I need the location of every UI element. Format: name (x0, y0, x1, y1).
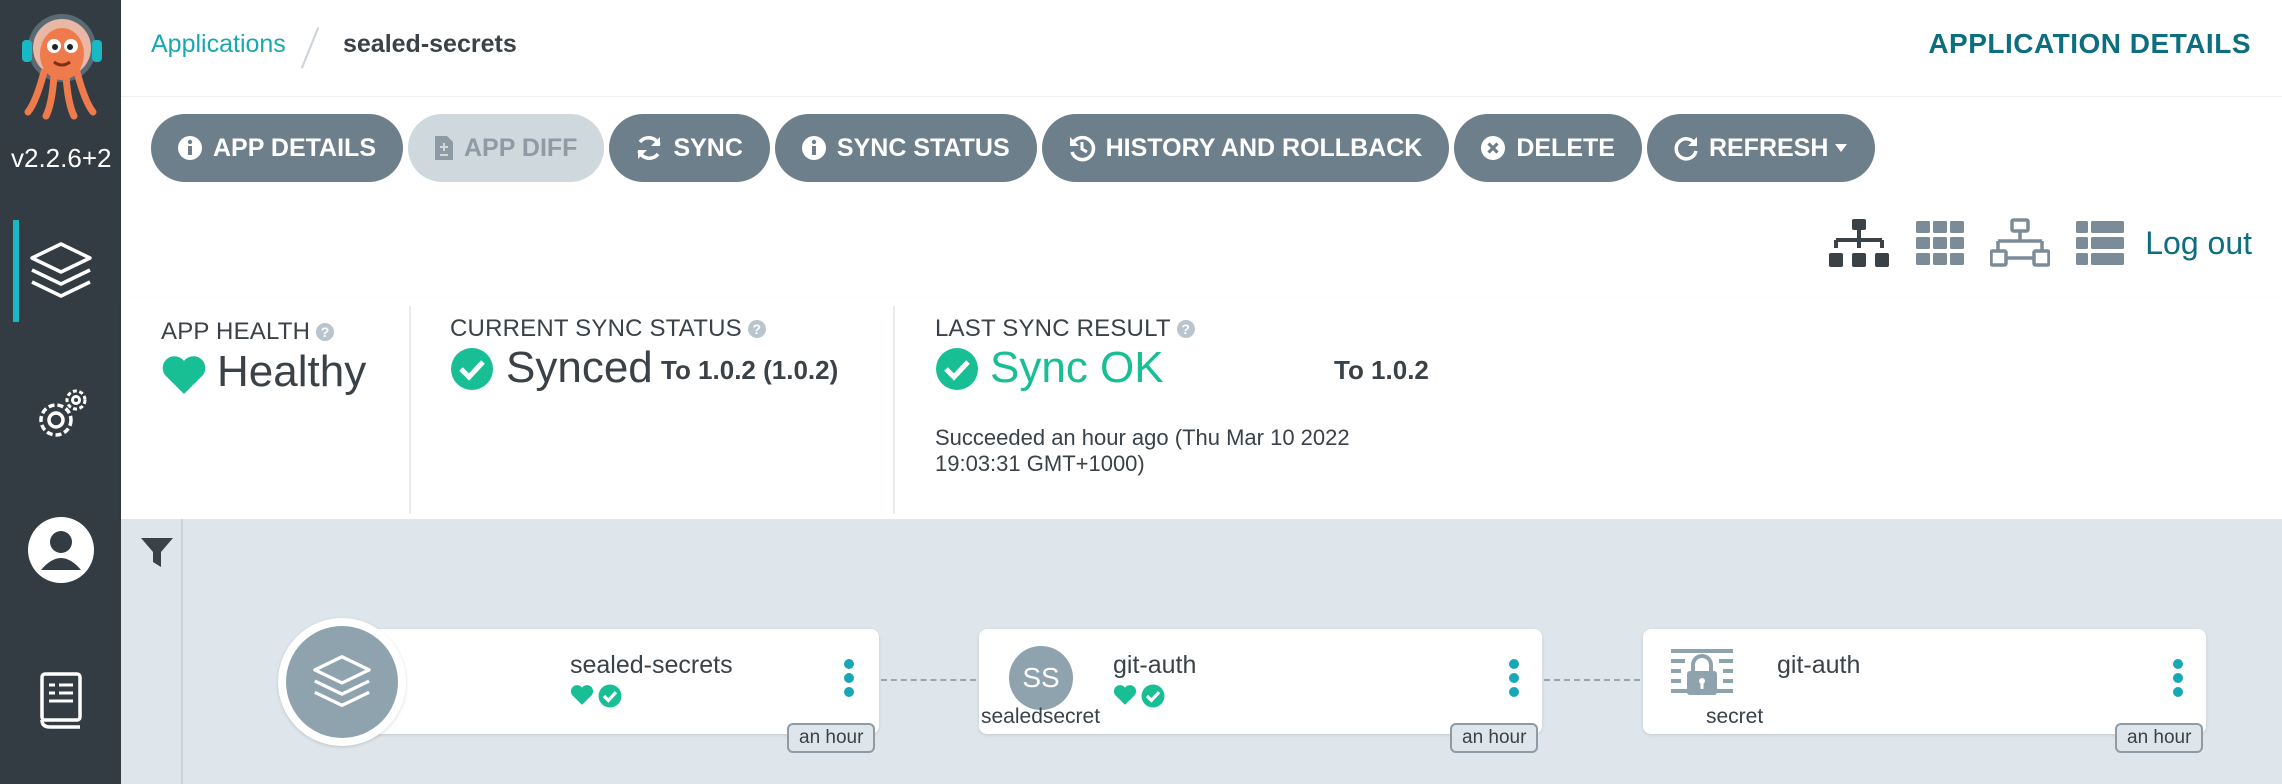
app-health-heading: APP HEALTH? (161, 318, 335, 346)
sidebar: v2.2.6+2 (0, 0, 121, 784)
check-circle-icon (451, 348, 493, 390)
last-sync-label: LAST SYNC RESULT (935, 315, 1171, 342)
sealedsecret-icon: SS (1009, 646, 1073, 710)
app-diff-label: APP DIFF (464, 133, 578, 162)
node-age-badge: an hour (787, 723, 876, 753)
heart-icon (162, 356, 206, 394)
user-icon (27, 517, 94, 583)
caret-down-icon (1835, 144, 1848, 152)
help-icon[interactable]: ? (1176, 320, 1195, 338)
last-sync-note-line: 19:03:31 GMT+1000) (935, 451, 1145, 476)
status-divider (893, 306, 895, 514)
graph-node-secret[interactable]: secret git-auth (1643, 629, 2206, 734)
status-panel: APP HEALTH? Healthy CURRENT SYNC STATUS?… (121, 298, 2282, 519)
current-sync-label: CURRENT SYNC STATUS (450, 315, 742, 342)
refresh-button[interactable]: REFRESH (1646, 114, 1876, 182)
last-sync-value: Sync OK (990, 343, 1164, 392)
sidebar-item-settings[interactable] (0, 380, 121, 450)
list-view-icon[interactable] (2075, 220, 2125, 266)
history-label: HISTORY AND ROLLBACK (1105, 133, 1423, 162)
breadcrumb-current: sealed-secrets (343, 30, 517, 58)
current-sync-revision[interactable]: To 1.0.2 (1.0.2) (661, 355, 838, 386)
heart-icon (1113, 685, 1137, 705)
graph-node-sealedsecret[interactable]: SS sealedsecret git-auth (979, 629, 1542, 734)
resource-graph: sealed-secrets an hour SS sealedsecret g… (121, 519, 2282, 784)
application-icon (286, 626, 398, 738)
breadcrumb-applications-link[interactable]: Applications (151, 30, 286, 59)
last-sync-note: Succeeded an hour ago (Thu Mar 10 2022 1… (935, 425, 1375, 477)
version-label: v2.2.6+2 (11, 143, 112, 173)
node-actions-menu[interactable] (1509, 659, 1519, 701)
check-circle-icon (598, 684, 622, 708)
info-circle-icon (801, 136, 826, 160)
docs-icon (39, 672, 82, 729)
app-diff-button[interactable]: APP DIFF (408, 114, 605, 182)
sync-button[interactable]: SYNC (609, 114, 770, 182)
last-sync-heading: LAST SYNC RESULT? (935, 315, 1195, 343)
argo-logo[interactable] (14, 10, 110, 120)
times-circle-icon (1481, 136, 1506, 160)
node-actions-menu[interactable] (2173, 659, 2183, 701)
delete-label: DELETE (1516, 133, 1615, 162)
node-name: git-auth (1113, 651, 1197, 679)
check-circle-icon (1141, 684, 1165, 708)
last-sync-note-line: Succeeded an hour ago (Thu Mar 10 2022 (935, 425, 1350, 450)
history-icon (1069, 135, 1095, 162)
app-details-button[interactable]: APP DETAILS (151, 114, 403, 182)
breadcrumb-separator (300, 27, 320, 69)
node-name: sealed-secrets (570, 651, 733, 679)
network-view-icon[interactable] (1990, 218, 2051, 268)
delete-button[interactable]: DELETE (1454, 114, 1642, 182)
heart-icon (570, 685, 594, 705)
layers-icon (313, 655, 371, 708)
last-sync-revision[interactable]: To 1.0.2 (1334, 355, 1429, 386)
sync-status-button[interactable]: SYNC STATUS (774, 114, 1037, 182)
header: Applications sealed-secrets APPLICATION … (121, 0, 2282, 298)
filter-icon[interactable] (140, 536, 174, 570)
secret-icon (1671, 649, 1733, 695)
logout-link[interactable]: Log out (2145, 225, 2252, 262)
tree-view-icon[interactable] (1828, 218, 1890, 268)
filter-column (121, 519, 183, 784)
sync-label: SYNC (673, 133, 743, 162)
refresh-label: REFRESH (1708, 133, 1829, 162)
application-icon-ring (278, 618, 406, 746)
file-diff-icon (435, 136, 453, 160)
node-actions-menu[interactable] (844, 659, 854, 701)
toolbar: APP DETAILS APP DIFF SYNC SYNC STATUS HI… (151, 114, 1876, 182)
app-details-label: APP DETAILS (213, 133, 376, 162)
pods-view-icon[interactable] (1915, 220, 1965, 266)
current-sync-value: Synced (506, 343, 653, 392)
app-health-value: Healthy (217, 347, 367, 396)
help-icon[interactable]: ? (316, 323, 335, 341)
redo-icon (1674, 137, 1698, 161)
current-sync-heading: CURRENT SYNC STATUS? (450, 315, 766, 343)
app-health-label: APP HEALTH (161, 318, 311, 345)
check-circle-icon (936, 348, 978, 390)
node-kind: sealedsecret (981, 705, 1101, 728)
layers-icon (29, 242, 92, 298)
help-icon[interactable]: ? (747, 320, 766, 338)
status-divider (409, 306, 411, 514)
sidebar-item-user-info[interactable] (0, 515, 121, 585)
node-age-badge: an hour (2115, 723, 2204, 753)
header-divider (121, 96, 2282, 97)
sidebar-item-applications[interactable] (0, 236, 121, 306)
graph-node-application[interactable]: sealed-secrets (336, 629, 879, 734)
node-age-badge: an hour (1450, 723, 1539, 753)
node-name: git-auth (1777, 651, 1861, 679)
page-title: APPLICATION DETAILS (1928, 28, 2251, 59)
sidebar-item-documentation[interactable] (0, 665, 121, 735)
sync-status-label: SYNC STATUS (836, 133, 1010, 162)
info-circle-icon (178, 136, 202, 160)
sync-icon (637, 136, 662, 160)
node-kind: secret (1706, 705, 1764, 728)
history-and-rollback-button[interactable]: HISTORY AND ROLLBACK (1041, 114, 1450, 182)
view-switcher: Log out (1828, 218, 2252, 268)
gears-icon (38, 389, 86, 437)
